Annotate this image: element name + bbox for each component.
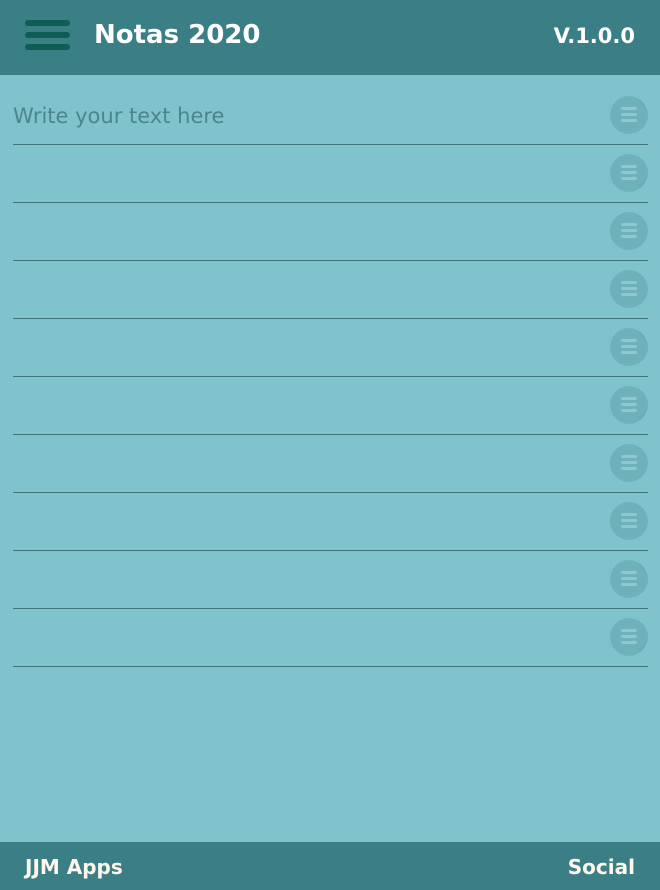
note-input[interactable] (13, 441, 598, 486)
drag-handle-line (621, 177, 637, 180)
drag-handle-line (621, 171, 637, 174)
drag-handle-line (621, 409, 637, 412)
social-link[interactable]: Social (568, 854, 635, 880)
drag-handle-line (621, 119, 637, 122)
note-row (13, 435, 648, 493)
menu-bar-top (25, 20, 70, 26)
note-row (13, 493, 648, 551)
drag-handle-icon[interactable] (610, 560, 648, 598)
note-input[interactable] (13, 557, 598, 602)
drag-handle-line (621, 165, 637, 168)
app-header: Notas 2020 V.1.0.0 (0, 0, 660, 75)
note-input[interactable] (13, 151, 598, 196)
note-row (13, 145, 648, 203)
note-input[interactable] (13, 615, 598, 660)
drag-handle-line (621, 403, 637, 406)
drag-handle-icon[interactable] (610, 502, 648, 540)
note-row (13, 551, 648, 609)
drag-handle-line (621, 287, 637, 290)
note-input[interactable] (13, 93, 598, 138)
drag-handle-icon[interactable] (610, 212, 648, 250)
drag-handle-line (621, 345, 637, 348)
note-row (13, 319, 648, 377)
drag-handle-line (621, 339, 637, 342)
drag-handle-line (621, 635, 637, 638)
drag-handle-line (621, 293, 637, 296)
note-input[interactable] (13, 267, 598, 312)
note-row (13, 377, 648, 435)
note-input[interactable] (13, 325, 598, 370)
drag-handle-icon[interactable] (610, 386, 648, 424)
jjm-apps-link[interactable]: JJM Apps (25, 854, 123, 880)
menu-bar-bottom (25, 44, 70, 50)
app-title: Notas 2020 (94, 20, 261, 50)
drag-handle-icon[interactable] (610, 444, 648, 482)
drag-handle-line (621, 455, 637, 458)
drag-handle-icon[interactable] (610, 328, 648, 366)
drag-handle-icon[interactable] (610, 618, 648, 656)
version-label: V.1.0.0 (553, 24, 635, 48)
note-input[interactable] (13, 383, 598, 428)
drag-handle-line (621, 229, 637, 232)
note-input[interactable] (13, 209, 598, 254)
drag-handle-line (621, 113, 637, 116)
drag-handle-line (621, 583, 637, 586)
note-row (13, 261, 648, 319)
drag-handle-line (621, 351, 637, 354)
drag-handle-icon[interactable] (610, 270, 648, 308)
drag-handle-line (621, 467, 637, 470)
drag-handle-line (621, 629, 637, 632)
app-footer: JJM Apps Social (0, 842, 660, 890)
drag-handle-line (621, 525, 637, 528)
hamburger-menu-icon[interactable] (25, 20, 70, 50)
drag-handle-line (621, 281, 637, 284)
drag-handle-line (621, 397, 637, 400)
drag-handle-icon[interactable] (610, 154, 648, 192)
drag-handle-line (621, 577, 637, 580)
note-row (13, 609, 648, 667)
notes-list (13, 87, 648, 667)
drag-handle-line (621, 107, 637, 110)
drag-handle-icon[interactable] (610, 96, 648, 134)
note-row (13, 87, 648, 145)
drag-handle-line (621, 223, 637, 226)
note-row (13, 203, 648, 261)
note-input[interactable] (13, 499, 598, 544)
drag-handle-line (621, 461, 637, 464)
menu-bar-middle (25, 32, 70, 38)
drag-handle-line (621, 641, 637, 644)
drag-handle-line (621, 571, 637, 574)
drag-handle-line (621, 235, 637, 238)
drag-handle-line (621, 513, 637, 516)
drag-handle-line (621, 519, 637, 522)
